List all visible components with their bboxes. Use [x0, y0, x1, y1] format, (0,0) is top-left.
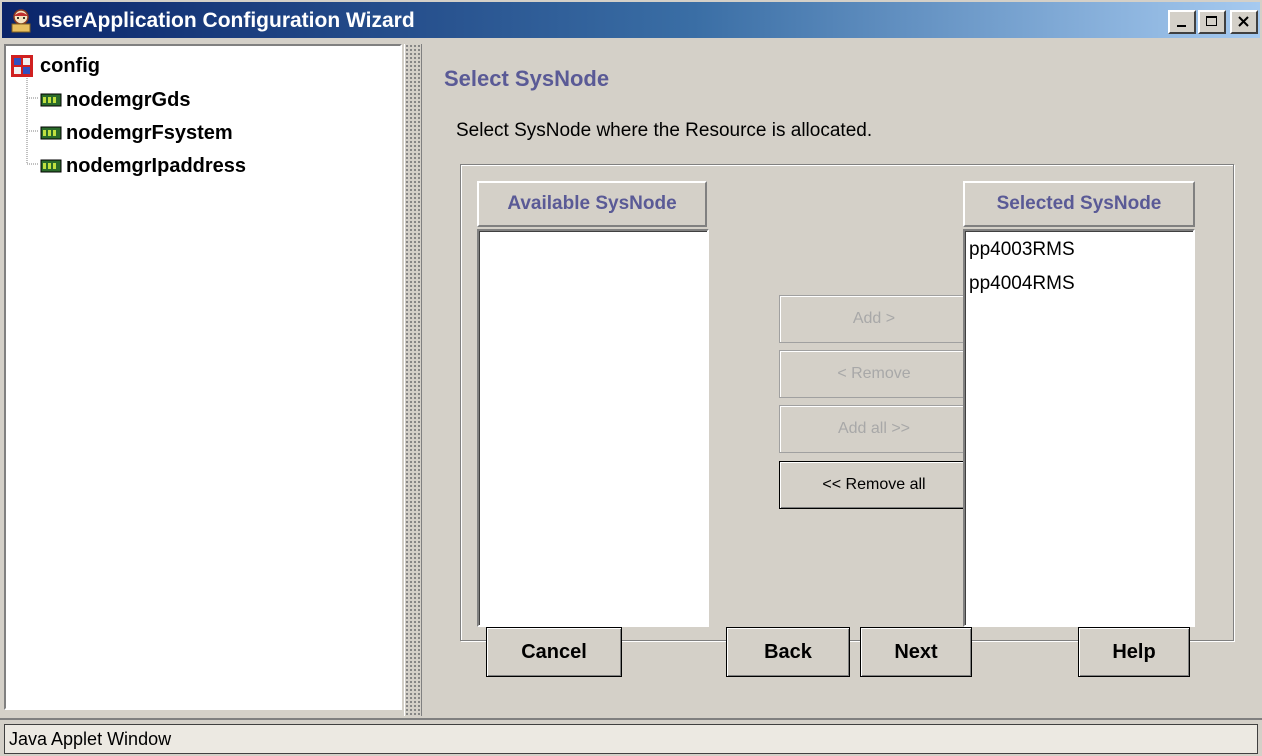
- wizard-content: Select SysNode Select SysNode where the …: [424, 44, 1256, 716]
- status-bar: Java Applet Window: [0, 718, 1262, 756]
- minimize-button[interactable]: [1168, 10, 1196, 34]
- split-pane-divider[interactable]: [404, 44, 422, 716]
- resource-tree[interactable]: config nodemgrGds nodemgrFsystem nodemgr…: [4, 44, 402, 710]
- tree-node-label: nodemgrGds: [66, 89, 191, 111]
- resource-icon: [40, 126, 62, 140]
- resource-icon: [40, 93, 62, 107]
- remove-all-button[interactable]: << Remove all: [779, 461, 969, 509]
- remove-button[interactable]: < Remove: [779, 350, 969, 398]
- tree-node-label: nodemgrIpaddress: [66, 155, 247, 177]
- help-button[interactable]: Help: [1078, 627, 1190, 677]
- list-item[interactable]: pp4003RMS: [965, 231, 1193, 265]
- close-icon: [1238, 16, 1249, 27]
- maximize-icon: [1206, 16, 1217, 26]
- add-button[interactable]: Add >: [779, 295, 969, 343]
- tree-node-label: config: [40, 55, 100, 77]
- resource-icon: [40, 159, 62, 173]
- selected-sysnode-header: Selected SysNode: [963, 181, 1195, 227]
- page-title: Select SysNode: [444, 66, 610, 91]
- tree-node-config[interactable]: config: [10, 54, 100, 78]
- sysnode-selection-group: Available SysNode Add > < Remove Add all…: [460, 164, 1234, 641]
- wizard-app-icon[interactable]: [8, 8, 34, 34]
- tree-node-nodemgrgds[interactable]: nodemgrGds: [40, 88, 190, 112]
- status-text: Java Applet Window: [4, 724, 1258, 754]
- back-button[interactable]: Back: [726, 627, 850, 677]
- close-button[interactable]: [1230, 10, 1258, 34]
- cancel-button[interactable]: Cancel: [486, 627, 622, 677]
- tree-node-label: nodemgrFsystem: [66, 122, 233, 144]
- tree-node-nodemgripaddress[interactable]: nodemgrIpaddress: [40, 154, 246, 178]
- next-button[interactable]: Next: [860, 627, 972, 677]
- minimize-icon: [1177, 25, 1186, 27]
- window-title: userApplication Configuration Wizard: [38, 9, 415, 32]
- config-folder-icon: [11, 55, 33, 77]
- available-sysnode-list[interactable]: [477, 229, 709, 627]
- add-all-button[interactable]: Add all >>: [779, 405, 969, 453]
- tree-node-nodemgrfsystem[interactable]: nodemgrFsystem: [40, 121, 233, 145]
- available-sysnode-header: Available SysNode: [477, 181, 707, 227]
- selected-sysnode-list[interactable]: pp4003RMS pp4004RMS: [963, 229, 1195, 627]
- list-item[interactable]: pp4004RMS: [965, 265, 1193, 299]
- maximize-button[interactable]: [1198, 10, 1226, 34]
- title-bar: userApplication Configuration Wizard: [0, 0, 1262, 40]
- instruction-text: Select SysNode where the Resource is all…: [456, 120, 873, 141]
